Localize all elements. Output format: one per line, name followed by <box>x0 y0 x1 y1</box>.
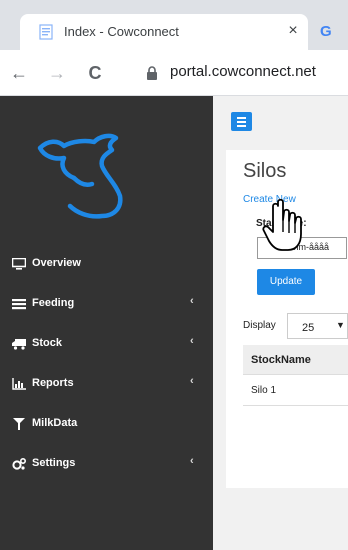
browser-toolbar: ← → C portal.cowconnect.net <box>0 50 348 96</box>
browser-tab[interactable]: Index - Cowconnect × <box>20 14 308 50</box>
sidebar-item-label: Feeding <box>32 297 75 309</box>
page-size-value: 25 <box>302 322 315 334</box>
column-header-stockname[interactable]: StockName <box>251 354 311 366</box>
sidebar-item-stock[interactable]: Stock ‹ <box>0 326 213 362</box>
chevron-left-icon: ‹ <box>190 295 194 307</box>
table-cell: Silo 1 <box>251 385 277 396</box>
table-header[interactable]: StockName <box>243 345 348 375</box>
page-title: Silos <box>243 160 287 182</box>
table-row[interactable]: Silo 1 <box>243 376 348 406</box>
reload-icon[interactable]: C <box>84 62 106 84</box>
forward-icon[interactable]: → <box>46 62 68 84</box>
lock-icon[interactable] <box>146 66 158 80</box>
truck-icon <box>12 339 26 350</box>
browser-chrome: Index - Cowconnect × G ← → C portal.cowc… <box>0 0 348 96</box>
sidebar-item-label: Settings <box>32 457 76 469</box>
google-tab-icon[interactable]: G <box>320 23 332 40</box>
sidebar-item-reports[interactable]: Reports ‹ <box>0 366 213 402</box>
cow-head-logo[interactable] <box>30 126 130 221</box>
chevron-left-icon: ‹ <box>190 335 194 347</box>
sidebar-item-milkdata[interactable]: MilkData <box>0 406 213 442</box>
sidebar-item-label: Overview <box>32 257 81 269</box>
page-size-select[interactable]: 25 ▼ <box>287 313 348 339</box>
menu-toggle-button[interactable] <box>231 112 252 131</box>
sidebar-item-label: Stock <box>32 337 62 349</box>
sidebar: Overview Feeding ‹ Stock ‹ Reports ‹ Mil… <box>0 96 213 550</box>
funnel-icon <box>13 418 25 430</box>
sidebar-item-overview[interactable]: Overview <box>0 246 213 282</box>
tab-strip: Index - Cowconnect × G <box>0 0 348 50</box>
close-tab-icon[interactable]: × <box>283 21 303 41</box>
chevron-left-icon: ‹ <box>190 375 194 387</box>
sidebar-item-feeding[interactable]: Feeding ‹ <box>0 286 213 322</box>
sidebar-item-settings[interactable]: Settings ‹ <box>0 446 213 482</box>
gears-icon <box>12 458 26 470</box>
document-icon <box>39 24 53 40</box>
hand-cursor-icon <box>262 198 302 251</box>
sidebar-item-label: MilkData <box>32 417 78 429</box>
content-topbar <box>213 96 348 144</box>
dropdown-arrow-icon: ▼ <box>336 320 345 330</box>
sidebar-item-label: Reports <box>32 377 74 389</box>
chevron-left-icon: ‹ <box>190 455 194 467</box>
monitor-icon <box>12 258 26 270</box>
tab-title: Index - Cowconnect <box>64 24 179 39</box>
bar-chart-icon <box>12 378 26 390</box>
back-icon[interactable]: ← <box>8 62 30 84</box>
list-icon <box>12 299 26 310</box>
display-label: Display <box>243 320 276 331</box>
update-button[interactable]: Update <box>257 269 315 295</box>
address-bar[interactable]: portal.cowconnect.net <box>170 63 316 80</box>
